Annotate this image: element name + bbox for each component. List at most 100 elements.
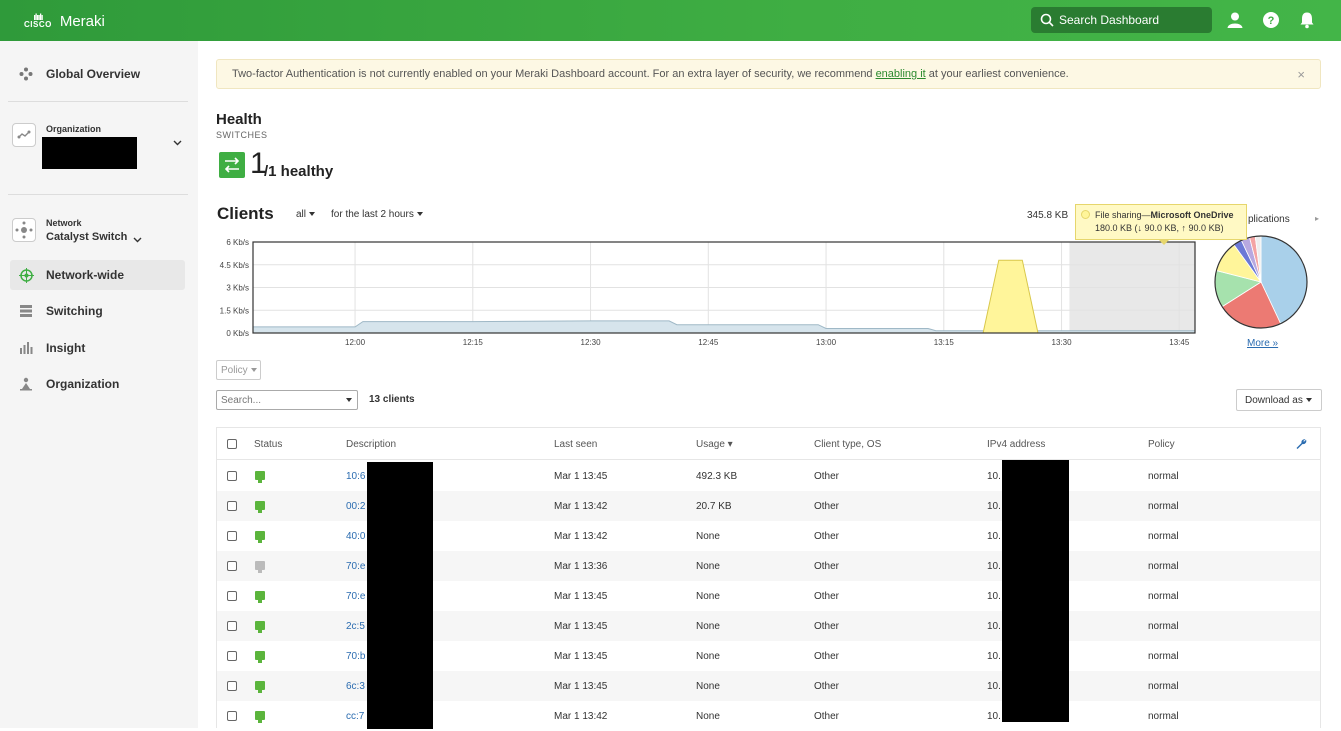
last-seen: Mar 1 13:42	[554, 711, 608, 722]
client-description-link[interactable]: 6c:3	[346, 681, 365, 692]
close-icon[interactable]: ×	[1297, 67, 1305, 82]
sidebar-item-label: Global Overview	[46, 67, 141, 81]
client-description-link[interactable]: 2c:5	[346, 621, 365, 632]
status-icon	[255, 561, 265, 573]
client-description-link[interactable]: 70:e	[346, 591, 365, 602]
client-description-link[interactable]: 70:b	[346, 651, 365, 662]
row-checkbox[interactable]	[227, 471, 237, 481]
network-wide-icon	[18, 267, 34, 283]
row-checkbox[interactable]	[227, 711, 237, 721]
usage: None	[696, 591, 720, 602]
column-description[interactable]: Description	[346, 439, 396, 450]
usage: None	[696, 651, 720, 662]
policy-button[interactable]: Policy	[216, 360, 261, 380]
help-icon[interactable]: ?	[1262, 11, 1280, 29]
client-search-input[interactable]: Search...	[216, 390, 358, 410]
ipv4-address: 10.	[987, 621, 1001, 632]
redacted-description	[367, 462, 433, 729]
ipv4-address: 10.	[987, 591, 1001, 602]
sidebar-item-global-overview[interactable]: Global Overview	[10, 59, 185, 89]
svg-text:?: ?	[1268, 15, 1275, 27]
enable-2fa-link[interactable]: enabling it	[876, 68, 926, 80]
caret-down-icon[interactable]	[346, 398, 352, 402]
client-type: Other	[814, 651, 840, 662]
usage-total: 345.8 KB	[1027, 210, 1069, 221]
x-tick-label: 12:15	[463, 338, 484, 347]
next-arrow-icon[interactable]: ▸	[1315, 214, 1319, 223]
client-description-link[interactable]: 00:2	[346, 501, 365, 512]
last-seen: Mar 1 13:45	[554, 471, 608, 482]
status-icon	[255, 651, 265, 663]
client-type: Other	[814, 621, 840, 632]
row-checkbox[interactable]	[227, 621, 237, 631]
sidebar-item-insight[interactable]: Insight	[10, 333, 185, 363]
last-seen: Mar 1 13:45	[554, 621, 608, 632]
column-usage[interactable]: Usage ▾	[696, 439, 733, 450]
clients-table: Status Description Last seen Usage ▾ Cli…	[216, 427, 1321, 729]
last-seen: Mar 1 13:36	[554, 561, 608, 572]
client-type: Other	[814, 471, 840, 482]
user-icon[interactable]	[1226, 11, 1244, 29]
sidebar-item-label: Organization	[46, 377, 120, 391]
notifications-bell-icon[interactable]	[1298, 11, 1316, 29]
usage: 492.3 KB	[696, 471, 738, 482]
status-icon	[255, 621, 265, 633]
client-type: Other	[814, 591, 840, 602]
top-bar: ılıılı CISCO Meraki Search Dashboard ?	[0, 0, 1341, 41]
column-ipv4[interactable]: IPv4 address	[987, 439, 1045, 450]
search-dashboard-input[interactable]: Search Dashboard	[1031, 7, 1212, 33]
sidebar-divider	[8, 101, 188, 102]
search-icon	[1040, 13, 1054, 27]
client-description-link[interactable]: 40:0	[346, 531, 365, 542]
policy: normal	[1148, 561, 1179, 572]
network-selector[interactable]: Network Catalyst Switch	[12, 215, 192, 249]
client-type: Other	[814, 501, 840, 512]
sidebar-item-label: Switching	[46, 304, 103, 318]
time-range-dropdown[interactable]: for the last 2 hours	[331, 209, 423, 220]
download-as-button[interactable]: Download as	[1236, 389, 1322, 411]
redacted-ip	[1002, 460, 1069, 722]
sidebar-item-organization[interactable]: Organization	[10, 369, 185, 399]
applications-dropdown[interactable]: plications	[1248, 214, 1290, 225]
select-all-checkbox[interactable]	[227, 439, 237, 449]
organization-icon	[18, 376, 34, 392]
row-checkbox[interactable]	[227, 561, 237, 571]
column-status[interactable]: Status	[254, 439, 282, 450]
status-icon	[255, 591, 265, 603]
column-client-type[interactable]: Client type, OS	[814, 439, 881, 450]
usage-chart: 0 Kb/s 1.5 Kb/s 3 Kb/s 4.5 Kb/s 6 Kb/s 12:00 1…	[220, 238, 1196, 347]
y-tick-label: 0 Kb/s	[226, 329, 249, 338]
row-checkbox[interactable]	[227, 501, 237, 511]
more-applications-link[interactable]: More »	[1247, 338, 1278, 349]
legend-swatch	[1081, 210, 1090, 219]
client-count: 13 clients	[369, 394, 415, 405]
row-checkbox[interactable]	[227, 591, 237, 601]
network-name: Catalyst Switch	[46, 231, 128, 243]
client-description-link[interactable]: 10:6	[346, 471, 365, 482]
usage: None	[696, 711, 720, 722]
search-placeholder: Search...	[221, 394, 262, 406]
client-description-link[interactable]: 70:e	[346, 561, 365, 572]
sidebar-item-switching[interactable]: Switching	[10, 296, 185, 326]
policy: normal	[1148, 471, 1179, 482]
chevron-down-icon	[133, 235, 142, 246]
clients-filter-dropdown[interactable]: all	[296, 209, 316, 220]
applications-pie-chart[interactable]	[1213, 234, 1313, 334]
tooltip-detail: 180.0 KB (↓ 90.0 KB, ↑ 90.0 KB)	[1095, 223, 1224, 233]
organization-name-redacted	[42, 137, 137, 169]
row-checkbox[interactable]	[227, 651, 237, 661]
table-header: Status Description Last seen Usage ▾ Cli…	[217, 428, 1320, 460]
sidebar-item-network-wide[interactable]: Network-wide	[10, 260, 185, 290]
y-tick-label: 1.5 Kb/s	[220, 306, 249, 315]
row-checkbox[interactable]	[227, 531, 237, 541]
last-seen: Mar 1 13:45	[554, 591, 608, 602]
client-description-link[interactable]: cc:7	[346, 711, 364, 722]
meraki-logo[interactable]: ılıılı CISCO Meraki	[24, 10, 105, 32]
ipv4-address: 10.	[987, 501, 1001, 512]
column-policy[interactable]: Policy	[1148, 439, 1175, 450]
wrench-icon[interactable]	[1295, 438, 1307, 450]
switch-health-icon[interactable]	[219, 152, 245, 178]
row-checkbox[interactable]	[227, 681, 237, 691]
column-last-seen[interactable]: Last seen	[554, 439, 597, 450]
policy: normal	[1148, 711, 1179, 722]
